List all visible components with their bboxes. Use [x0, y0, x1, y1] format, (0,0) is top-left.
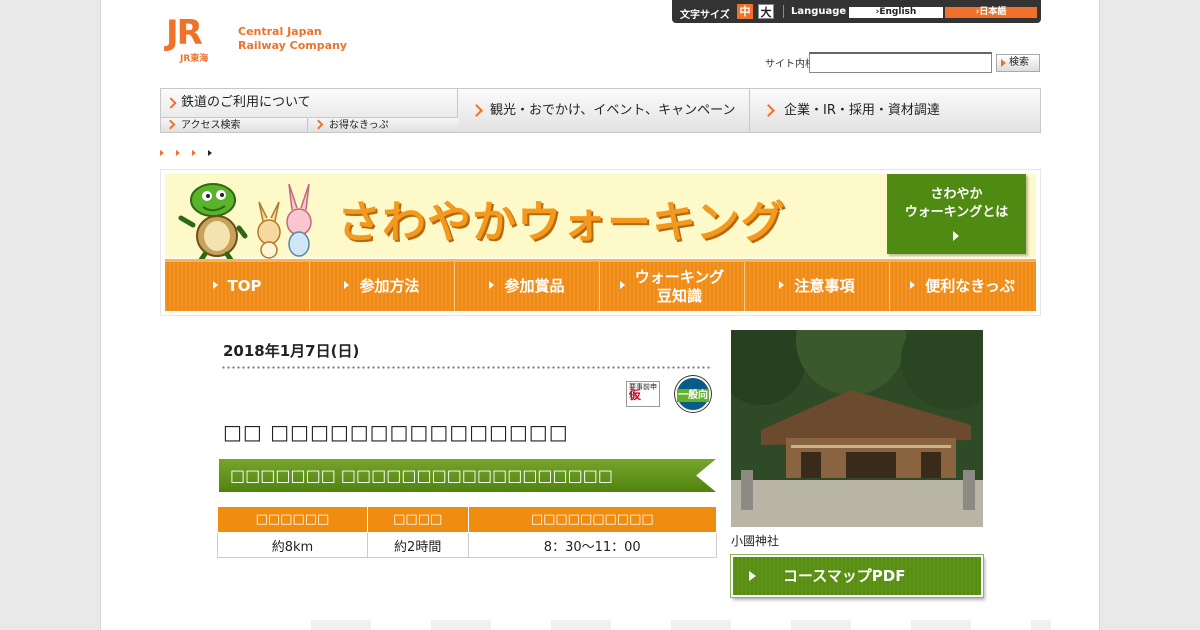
breadcrumb-arrow-icon [208, 150, 212, 156]
distance-cell: 約8km [217, 532, 368, 558]
breadcrumb-arrow-icon [176, 150, 180, 156]
page-container: JR JR東海 Central Japan Railway Company 文字… [100, 0, 1100, 630]
walking-nav-top[interactable]: TOP [165, 262, 310, 311]
walking-nav-label: 注意事項 [794, 277, 855, 295]
play-arrow-icon [953, 231, 959, 241]
walking-nav-label: ウォーキング 豆知識 [635, 268, 725, 306]
walking-nav-tips[interactable]: ウォーキング 豆知識 [600, 262, 745, 311]
language-japanese-button[interactable]: ›日本語 [945, 7, 1037, 18]
font-size-medium-button[interactable]: 中 [737, 4, 753, 19]
about-walking-button[interactable]: さわやか ウォーキングとは [887, 174, 1026, 254]
company-name-line1: Central Japan [238, 25, 322, 38]
company-name: Central Japan Railway Company [238, 25, 347, 53]
course-info-table: □□□□□□ □□□□ □□□□□□□□□□ 約8km 約2時間 8：30〜11… [217, 506, 717, 558]
table-row: 約8km 約2時間 8：30〜11：00 [217, 532, 717, 558]
table-header-cell: □□□□□□ [217, 506, 368, 533]
walking-nav-how-to-join[interactable]: 参加方法 [310, 262, 455, 311]
footer-fade [251, 620, 1051, 630]
walking-nav-label-line2: 豆知識 [656, 286, 702, 305]
nav-rail-usage[interactable]: 鉄道のご利用について [161, 89, 458, 116]
walking-nav-label: 参加賞品 [504, 277, 565, 295]
start-time-cell: 8：30〜11：00 [467, 532, 717, 558]
shrine-photo [731, 330, 983, 527]
nav-discount-tickets[interactable]: お得なきっぷ [309, 117, 458, 132]
table-header-cell: □□□□ [366, 506, 469, 533]
language-english-button[interactable]: ›English [849, 7, 943, 18]
global-nav: 鉄道のご利用について アクセス検索 お得なきっぷ 観光・おでかけ、イベント、キャ… [160, 88, 1041, 133]
walking-title: さわやかウォーキング [337, 197, 786, 248]
reservation-badge: 要事前申込 仮 [626, 381, 660, 407]
jr-logo-subtext: JR東海 [180, 54, 209, 64]
walking-nav-tickets[interactable]: 便利なきっぷ [890, 262, 1035, 311]
dotted-divider [221, 366, 711, 369]
walking-header: さわやかウォーキング さわやか ウォーキングとは [165, 174, 1036, 260]
utility-toolbar: 文字サイズ 中 大 Language ›English ›日本語 [672, 0, 1041, 23]
duration-cell: 約2時間 [366, 532, 469, 558]
walking-nav-label: TOP [227, 277, 262, 295]
reservation-badge-mark: 仮 [629, 388, 642, 402]
search-input[interactable] [809, 52, 992, 73]
walking-nav-label: 参加方法 [359, 277, 420, 295]
course-title: □□ □□□□□□□□□□□□□□□ [223, 420, 569, 444]
font-size-large-button[interactable]: 大 [758, 4, 774, 19]
nav-access-search[interactable]: アクセス検索 [161, 117, 308, 132]
walking-nav-prizes[interactable]: 参加賞品 [455, 262, 600, 311]
walking-nav-label: 便利なきっぷ [925, 277, 1015, 295]
search-button[interactable]: 検索 [996, 54, 1040, 72]
event-date: 2018年1月7日(日) [223, 342, 360, 360]
table-header-row: □□□□□□ □□□□ □□□□□□□□□□ [217, 506, 717, 533]
jr-central-logo[interactable]: JR JR東海 Central Japan Railway Company [166, 13, 356, 64]
breadcrumb-arrow-icon [192, 150, 196, 156]
photo-caption: 小國神社 [731, 534, 780, 548]
course-map-pdf-button[interactable]: コースマップPDF [730, 554, 984, 598]
walking-banner: さわやかウォーキング さわやか ウォーキングとは TOP 参加方法 参加賞品 ウ… [160, 169, 1041, 316]
walking-nav-label-line1: ウォーキング [634, 267, 725, 286]
nav-sightseeing[interactable]: 観光・おでかけ、イベント、キャンペーン [458, 89, 750, 132]
breadcrumb-arrow-icon [160, 150, 164, 156]
language-label: Language [791, 6, 847, 17]
nav-rail-group: 鉄道のご利用について アクセス検索 お得なきっぷ [161, 89, 458, 132]
nav-corporate[interactable]: 企業・IR・採用・資材調達 [750, 89, 1040, 132]
about-walking-line1: さわやか [930, 187, 983, 202]
course-subtitle-band: □□□□□□□ □□□□□□□□□□□□□□□□□□ [219, 459, 716, 492]
mascot-characters-icon [178, 183, 312, 260]
font-size-label: 文字サイズ [680, 10, 730, 21]
general-level-label: 一般向 [677, 389, 709, 402]
toolbar-divider [783, 5, 784, 18]
about-walking-line2: ウォーキングとは [904, 205, 1009, 220]
company-name-line2: Railway Company [238, 39, 348, 52]
walking-nav: TOP 参加方法 参加賞品 ウォーキング 豆知識 注意事項 便利なきっぷ [165, 259, 1036, 311]
jr-logo-mark: JR [166, 13, 203, 53]
walking-nav-notes[interactable]: 注意事項 [745, 262, 890, 311]
table-header-cell: □□□□□□□□□□ [467, 506, 717, 533]
general-level-badge: 一般向 [675, 376, 711, 412]
